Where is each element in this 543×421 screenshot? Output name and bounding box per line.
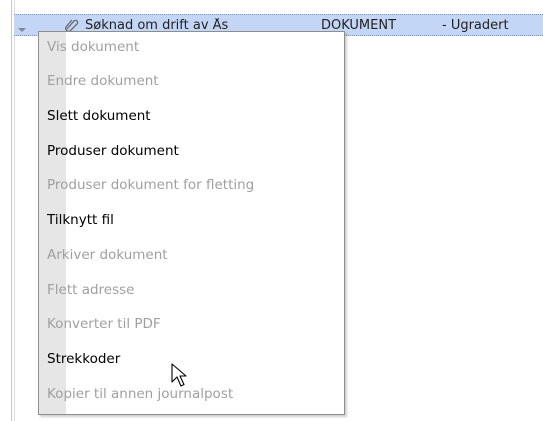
menu-item-flett-adresse[interactable]: Flett adresse <box>47 282 134 298</box>
menu-item-produser-dokument-for-fletting[interactable]: Produser dokument for fletting <box>47 177 254 193</box>
chevron-down-icon[interactable] <box>18 28 26 32</box>
menu-item-endre-dokument[interactable]: Endre dokument <box>47 73 159 89</box>
menu-item-konverter-til-pdf[interactable]: Konverter til PDF <box>47 316 161 332</box>
tree-guide-line-inner <box>14 0 15 421</box>
menu-item-slett-dokument[interactable]: Slett dokument <box>47 108 151 124</box>
mouse-pointer-icon <box>171 363 187 387</box>
document-classification: - Ugradert <box>442 18 509 33</box>
menu-item-kopier-til-annen-journalpost[interactable]: Kopier til annen journalpost <box>47 386 233 402</box>
menu-item-arkiver-dokument[interactable]: Arkiver dokument <box>47 247 168 263</box>
menu-item-produser-dokument[interactable]: Produser dokument <box>47 143 179 159</box>
menu-item-vis-dokument[interactable]: Vis dokument <box>47 39 139 55</box>
screen: Søknad om drift av Ås DOKUMENT - Ugrader… <box>0 0 543 421</box>
menu-item-strekkoder[interactable]: Strekkoder <box>47 351 120 367</box>
menu-item-tilknytt-fil[interactable]: Tilknytt fil <box>47 212 114 228</box>
tree-guide-line <box>11 0 12 421</box>
